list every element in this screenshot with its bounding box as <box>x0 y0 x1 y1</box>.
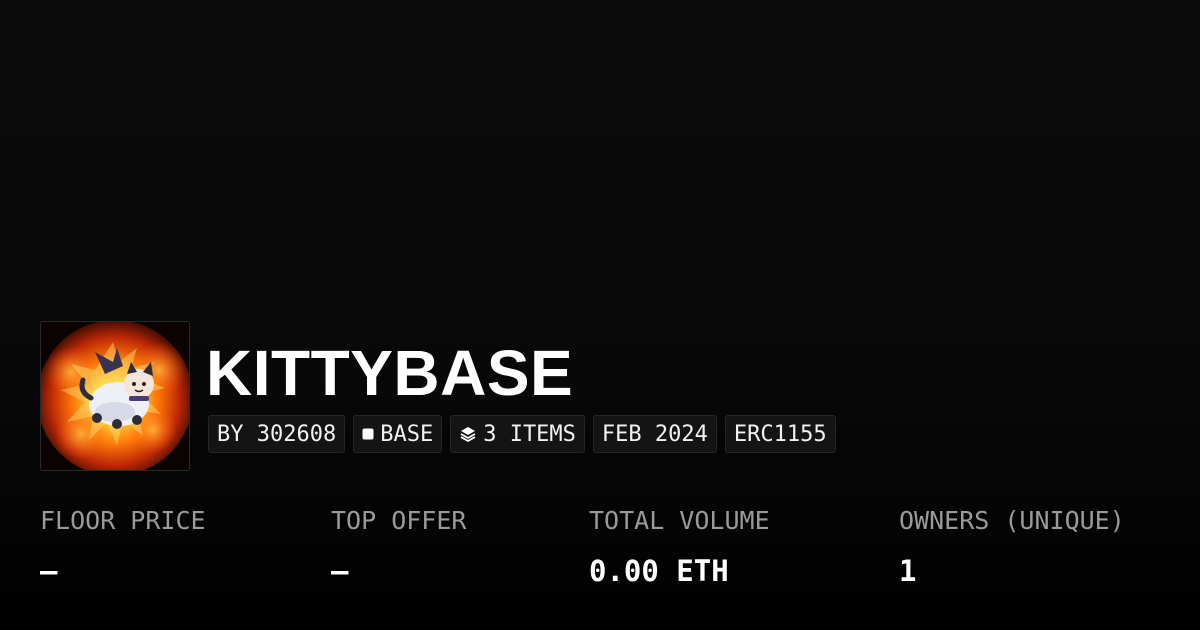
layers-icon <box>459 425 477 443</box>
stat-label: TOTAL VOLUME <box>589 506 770 535</box>
stat-floor-price: FLOOR PRICE – <box>40 504 206 590</box>
date-label: FEB 2024 <box>601 421 708 447</box>
stat-owners: OWNERS (UNIQUE) 1 <box>899 504 1125 590</box>
stat-value: 1 <box>899 554 917 588</box>
stat-total-volume: TOTAL VOLUME 0.00 ETH <box>589 504 770 590</box>
collection-header: KITTYBASE BY 302608 BASE 3 ITEMS FEB 202… <box>40 321 836 471</box>
creator-label: BY 302608 <box>217 421 337 447</box>
flying-cat-explosion-image <box>41 322 189 470</box>
stat-label: OWNERS (UNIQUE) <box>899 506 1125 535</box>
collection-title: KITTYBASE <box>206 337 574 409</box>
chain-label: BASE <box>380 421 434 447</box>
standard-chip: ERC1155 <box>724 415 836 453</box>
items-chip: 3 ITEMS <box>450 415 585 453</box>
collection-avatar <box>40 321 190 471</box>
collection-info: KITTYBASE BY 302608 BASE 3 ITEMS FEB 202… <box>206 337 836 453</box>
stat-value: – <box>331 554 349 588</box>
creator-chip[interactable]: BY 302608 <box>208 415 346 453</box>
chain-chip: BASE <box>353 415 443 453</box>
stat-label: FLOOR PRICE <box>40 506 206 535</box>
stat-top-offer: TOP OFFER – <box>331 504 466 590</box>
collection-meta-chips: BY 302608 BASE 3 ITEMS FEB 2024 ERC1155 <box>208 415 836 453</box>
items-count-label: 3 ITEMS <box>483 421 576 447</box>
token-standard-label: ERC1155 <box>733 421 827 447</box>
stat-value: – <box>40 554 58 588</box>
stat-label: TOP OFFER <box>331 506 467 535</box>
date-chip: FEB 2024 <box>592 415 717 453</box>
square-icon <box>362 428 374 440</box>
stat-value: 0.00 ETH <box>589 554 729 588</box>
